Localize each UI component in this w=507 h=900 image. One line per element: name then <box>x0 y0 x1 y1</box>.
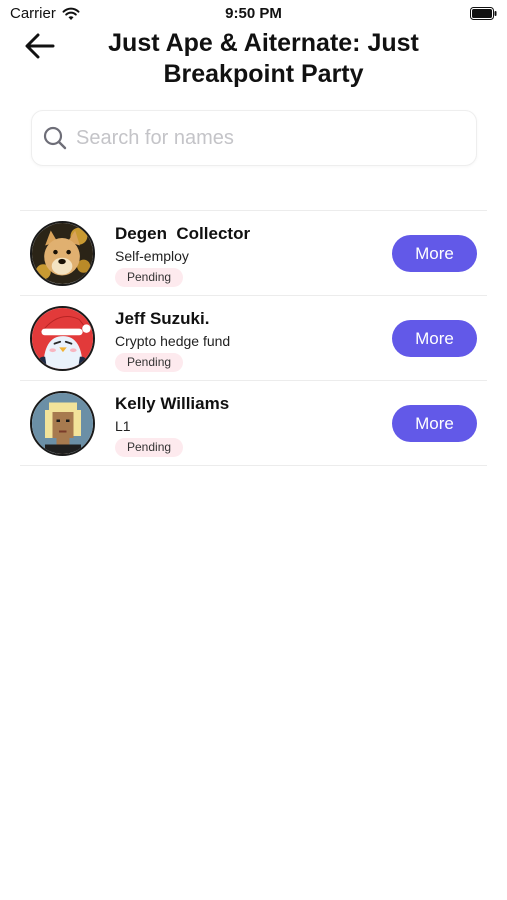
more-button[interactable]: More <box>392 405 477 442</box>
status-badge: Pending <box>115 353 184 372</box>
member-name: Jeff Suzuki. <box>115 309 210 328</box>
avatar[interactable] <box>30 391 95 456</box>
search-box[interactable] <box>31 110 477 166</box>
list-item[interactable]: Degen Collector Self-employ Pending More <box>20 211 487 296</box>
list-item[interactable]: Jeff Suzuki. Crypto hedge fund Pending M… <box>20 296 487 381</box>
member-subtitle: L1 <box>115 418 131 434</box>
status-bar: Carrier 9:50 PM <box>0 0 507 28</box>
more-button[interactable]: More <box>392 320 477 357</box>
search-input[interactable] <box>76 126 476 150</box>
status-badge: Pending <box>115 268 184 287</box>
more-button[interactable]: More <box>392 235 477 272</box>
avatar[interactable] <box>30 306 95 371</box>
search-icon <box>43 126 67 150</box>
doge-avatar <box>32 223 93 284</box>
penguin-avatar <box>32 308 93 369</box>
back-button[interactable] <box>22 30 58 62</box>
member-subtitle: Self-employ <box>115 248 189 264</box>
page-title: Just Ape & Aiternate: Just Breakpoint Pa… <box>108 29 419 88</box>
member-name: Kelly Williams <box>115 394 230 413</box>
list-item[interactable]: Kelly Williams L1 Pending More <box>20 381 487 466</box>
clock: 9:50 PM <box>225 5 282 22</box>
member-list: Degen Collector Self-employ Pending More <box>20 210 487 466</box>
battery-icon <box>470 7 497 20</box>
member-name: Degen Collector <box>115 224 251 243</box>
avatar[interactable] <box>30 221 95 286</box>
member-subtitle: Crypto hedge fund <box>115 333 231 349</box>
screen: Carrier 9:50 PM Just Ape & Aiternate: Ju… <box>0 0 507 900</box>
pixel-punk-avatar <box>32 393 93 454</box>
status-badge: Pending <box>115 438 184 457</box>
arrow-left-icon <box>25 33 55 59</box>
